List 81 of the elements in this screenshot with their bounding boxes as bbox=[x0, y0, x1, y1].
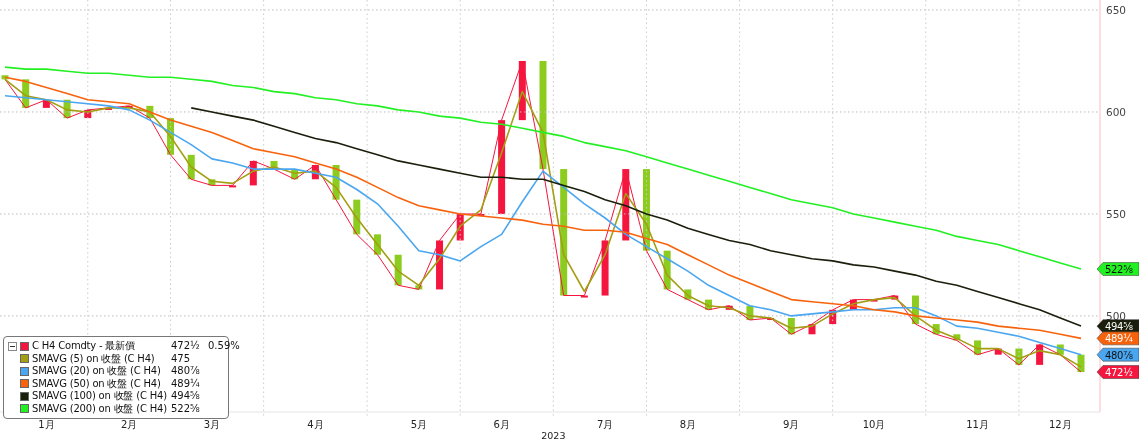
axis-title: 2023 bbox=[541, 430, 566, 441]
axis-label: 600 bbox=[1106, 105, 1127, 118]
candlestick bbox=[270, 160, 278, 170]
candlestick bbox=[1077, 354, 1085, 372]
candlestick bbox=[601, 240, 609, 296]
axis-label: 12月 bbox=[1048, 419, 1072, 430]
candlestick bbox=[829, 309, 837, 325]
candlestick bbox=[849, 299, 857, 310]
candlestick bbox=[167, 118, 175, 155]
axis-label: 2月 bbox=[120, 419, 138, 430]
price-tag: 522⅝ bbox=[1096, 262, 1139, 276]
candlestick bbox=[891, 295, 899, 300]
candlestick bbox=[187, 154, 195, 180]
candlestick bbox=[146, 105, 154, 119]
axis-label: 1月 bbox=[38, 419, 55, 430]
candlestick bbox=[974, 340, 982, 355]
candlestick bbox=[394, 254, 402, 286]
candlestick bbox=[767, 317, 775, 320]
candlestick bbox=[436, 240, 444, 290]
axis-label: 7月 bbox=[596, 419, 614, 430]
candlestick bbox=[518, 61, 526, 121]
axis-label: 5月 bbox=[410, 419, 428, 430]
legend-label: C H4 Comdty - 最新價 bbox=[32, 340, 136, 353]
axis-label: 9月 bbox=[783, 419, 800, 430]
candlestick bbox=[911, 295, 919, 325]
candlestick bbox=[456, 213, 464, 241]
candlestick bbox=[808, 324, 816, 335]
candlestick bbox=[332, 165, 340, 200]
legend-value: 475 bbox=[171, 352, 192, 365]
legend-label: SMAVG (100) on 收盤 (C H4) bbox=[32, 390, 168, 403]
candlestick bbox=[84, 109, 92, 119]
candlestick bbox=[663, 250, 671, 290]
price-tag: 489¼ bbox=[1096, 331, 1139, 346]
candlestick bbox=[415, 285, 423, 290]
legend-value: 522⅝ bbox=[171, 402, 201, 415]
legend-value: 480⅞ bbox=[171, 365, 201, 378]
candlestick bbox=[622, 169, 630, 241]
price-tag: 472½ bbox=[1096, 365, 1139, 379]
candlestick bbox=[787, 317, 795, 335]
candlestick bbox=[249, 160, 257, 186]
axis-label: 6月 bbox=[493, 419, 510, 430]
candlestick bbox=[42, 99, 50, 108]
axis-label: 8月 bbox=[679, 419, 697, 430]
candlestick bbox=[229, 185, 237, 188]
candlestick bbox=[311, 165, 319, 180]
candlestick bbox=[1056, 344, 1064, 355]
axis-label: 550 bbox=[1106, 207, 1127, 220]
candlestick bbox=[746, 305, 754, 320]
candlestick bbox=[1, 75, 9, 80]
candlestick bbox=[1015, 348, 1023, 365]
legend-value: 472½ bbox=[171, 340, 201, 353]
candlestick bbox=[291, 169, 299, 180]
axis-label: 10月 bbox=[862, 419, 886, 430]
candlestick bbox=[580, 295, 588, 298]
legend-value: 494⅝ bbox=[171, 390, 201, 403]
axis-label: 11月 bbox=[966, 419, 989, 430]
candlestick bbox=[208, 179, 216, 186]
candlestick bbox=[104, 107, 112, 110]
axis-label: 650 bbox=[1106, 4, 1127, 16]
collapse-icon[interactable] bbox=[8, 341, 17, 351]
axis-label: 4月 bbox=[307, 419, 324, 430]
candlestick bbox=[932, 324, 940, 335]
legend-label: SMAVG (50) on 收盤 (C H4) bbox=[32, 377, 162, 390]
candlestick bbox=[22, 79, 30, 108]
candlestick bbox=[953, 334, 961, 341]
candlestick bbox=[63, 99, 71, 119]
axis-label: 3月 bbox=[203, 419, 221, 430]
axis-label: 500 bbox=[1106, 309, 1127, 322]
candlestick bbox=[994, 348, 1002, 355]
legend-label: SMAVG (20) on 收盤 (C H4) bbox=[32, 365, 162, 378]
candlestick bbox=[870, 299, 878, 302]
candlestick bbox=[1036, 344, 1044, 365]
candlestick bbox=[725, 305, 733, 310]
candlestick bbox=[684, 289, 692, 300]
legend-label: SMAVG (200) on 收盤 (C H4) bbox=[32, 402, 168, 415]
candlestick bbox=[373, 234, 381, 255]
legend-label: SMAVG (5) on 收盤 (C H4) bbox=[32, 352, 156, 365]
candlestick bbox=[353, 199, 361, 235]
legend-value: 489¼ bbox=[171, 377, 201, 390]
price-tag: 480⅞ bbox=[1096, 347, 1139, 362]
candlestick bbox=[705, 299, 713, 310]
